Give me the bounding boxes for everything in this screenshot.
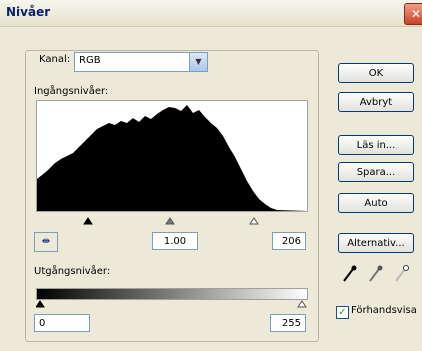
eyedropper-toggle-button[interactable]: ⇹ bbox=[34, 232, 58, 252]
save-button[interactable]: Spara... bbox=[338, 162, 414, 182]
output-white-slider[interactable] bbox=[297, 300, 307, 308]
black-eyedropper-icon[interactable] bbox=[343, 265, 357, 282]
input-gamma-slider[interactable] bbox=[165, 217, 175, 225]
preview-checkbox-row[interactable]: ✓ Förhandsvisa bbox=[336, 304, 422, 320]
input-gamma-field[interactable]: 1.00 bbox=[152, 232, 198, 250]
levels-dialog: Nivåer ✕ Kanal: RGB ▼ Ingångsnivåer: ⇹ 1… bbox=[0, 0, 422, 351]
input-black-slider[interactable] bbox=[83, 217, 93, 225]
channel-value: RGB bbox=[79, 55, 101, 66]
preview-label: Förhandsvisa bbox=[351, 305, 417, 316]
output-black-slider[interactable] bbox=[36, 300, 45, 308]
channel-select[interactable]: RGB ▼ bbox=[74, 52, 208, 72]
histogram-shape bbox=[37, 105, 307, 211]
channel-label: Kanal: bbox=[37, 54, 73, 65]
auto-button[interactable]: Auto bbox=[338, 193, 414, 213]
input-white-field[interactable]: 206 bbox=[272, 232, 306, 250]
input-white-slider[interactable] bbox=[249, 217, 259, 225]
output-black-field[interactable]: 0 bbox=[34, 314, 90, 332]
preview-checkbox[interactable]: ✓ bbox=[336, 306, 349, 319]
input-slider-track[interactable] bbox=[36, 210, 308, 226]
cancel-button[interactable]: Avbryt bbox=[338, 92, 414, 112]
ok-button[interactable]: OK bbox=[338, 63, 414, 83]
input-levels-label: Ingångsnivåer: bbox=[34, 86, 109, 97]
load-button[interactable]: Läs in... bbox=[338, 135, 414, 155]
output-slider-track[interactable] bbox=[36, 299, 308, 311]
dropdown-arrow-icon[interactable]: ▼ bbox=[189, 53, 207, 71]
close-button[interactable]: ✕ bbox=[404, 3, 422, 25]
gray-eyedropper-icon[interactable] bbox=[369, 265, 383, 282]
options-button[interactable]: Alternativ... bbox=[338, 233, 414, 253]
output-white-field[interactable]: 255 bbox=[270, 314, 306, 332]
output-levels-label: Utgångsnivåer: bbox=[34, 266, 111, 277]
title-bar[interactable]: Nivåer ✕ bbox=[0, 0, 422, 27]
dialog-title: Nivåer bbox=[6, 5, 51, 19]
white-eyedropper-icon[interactable] bbox=[395, 265, 409, 282]
histogram bbox=[36, 100, 308, 212]
histogram-graph bbox=[37, 105, 307, 211]
eyedropper-group bbox=[343, 265, 409, 282]
